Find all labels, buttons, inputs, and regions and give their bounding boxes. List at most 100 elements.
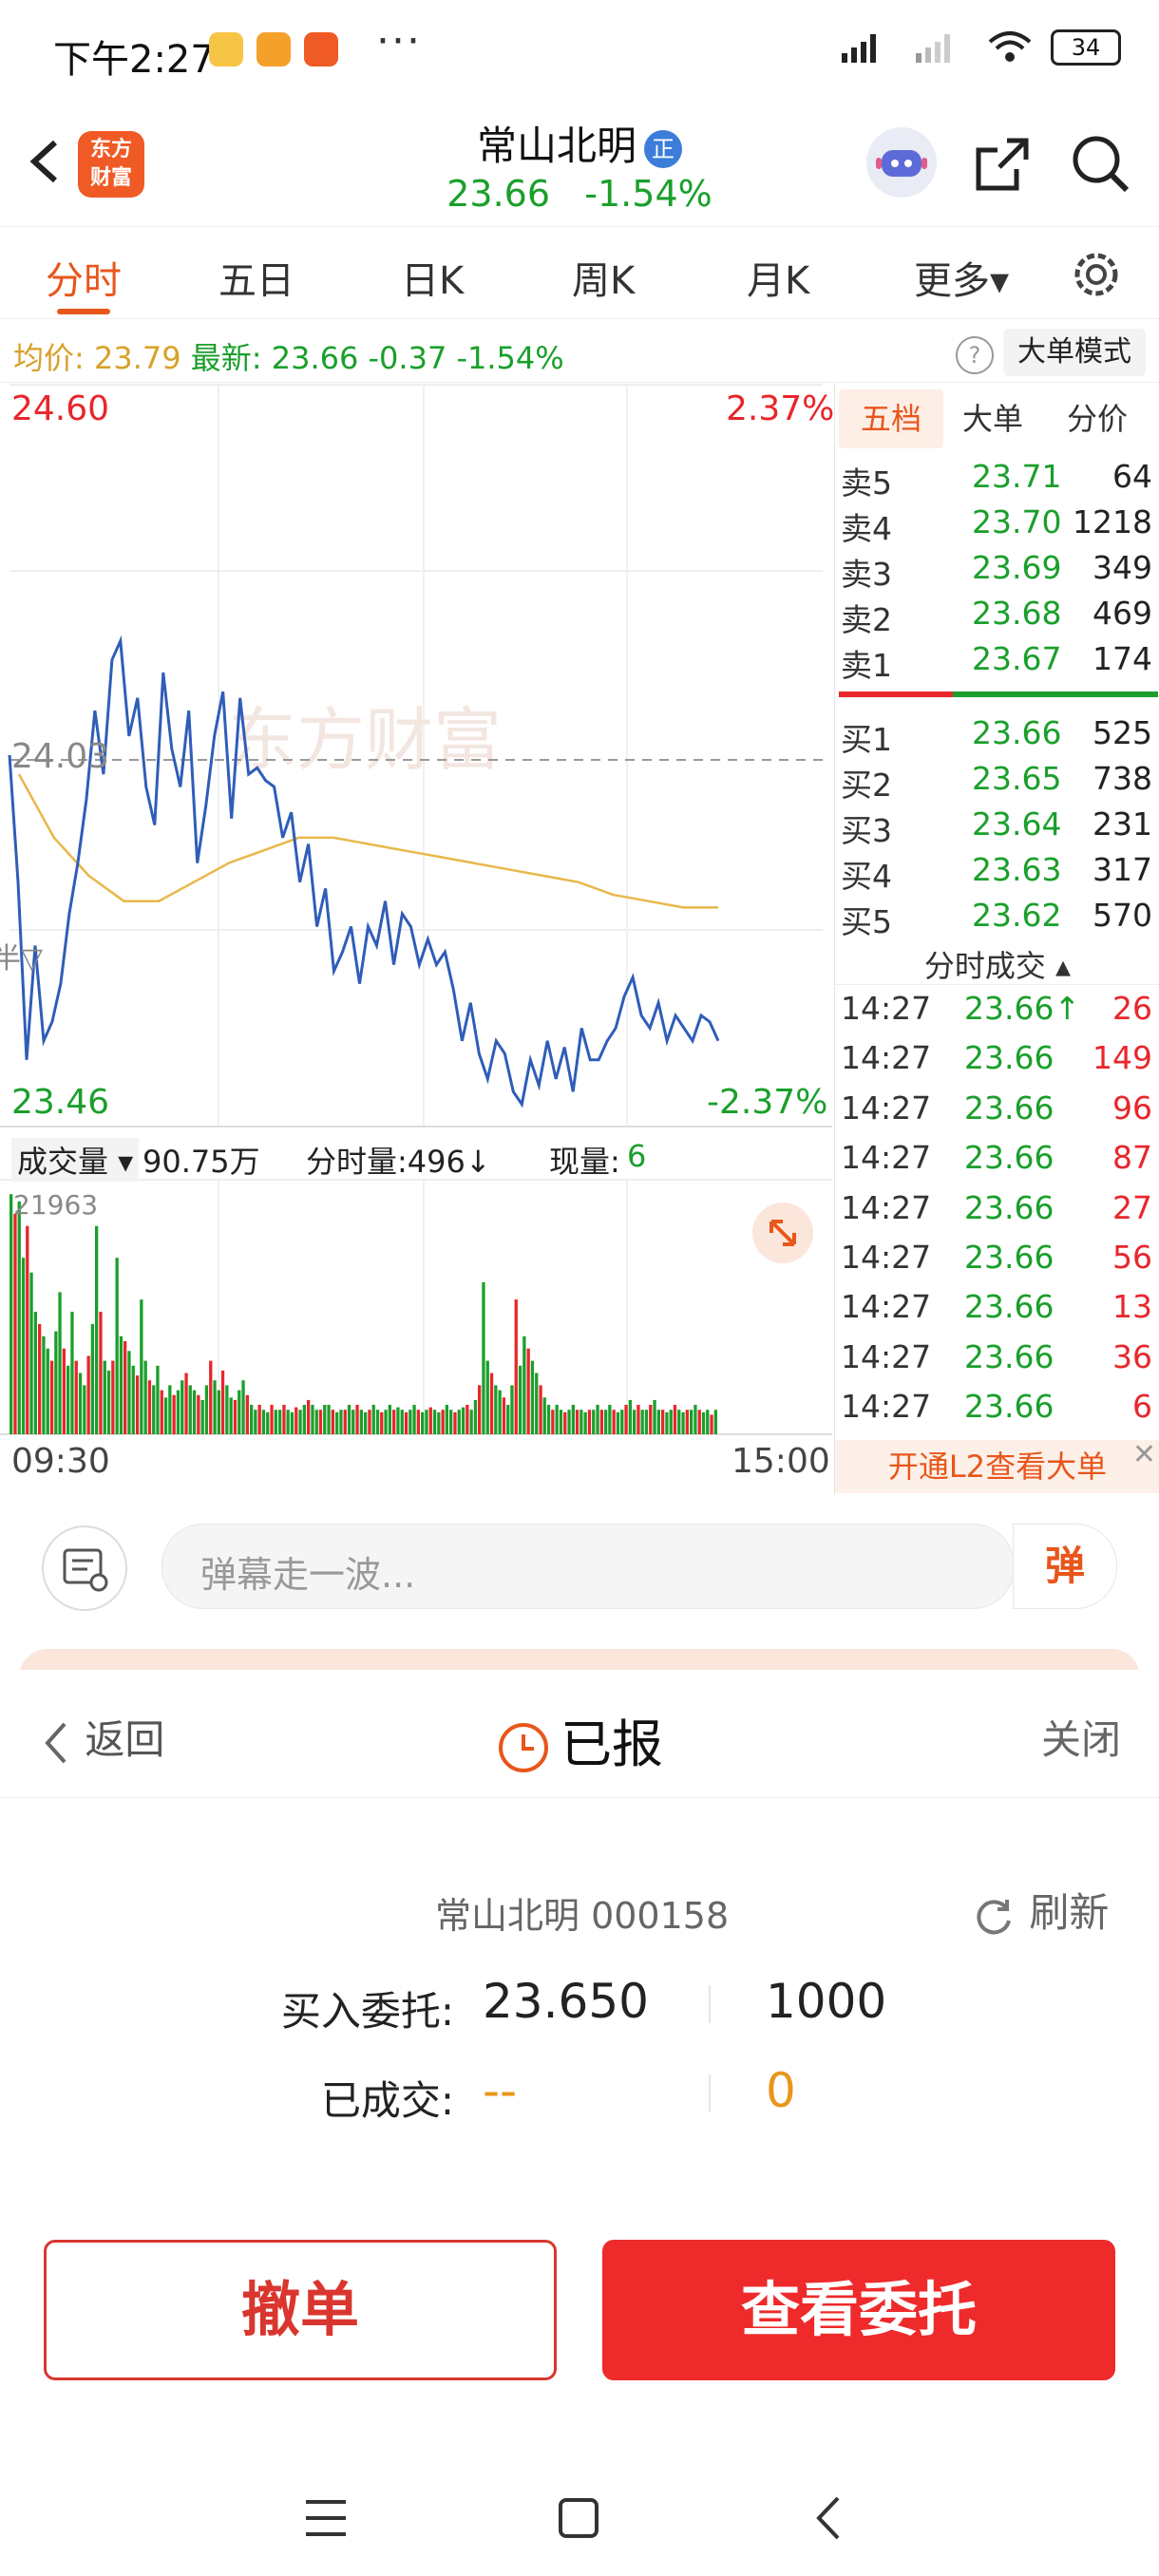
danmu-send-button[interactable]: 弹 bbox=[1013, 1524, 1117, 1609]
intraday-chart[interactable]: 东方财富 24.60 2.37% 24.03 半▽ 23.46 -2.37% 成… bbox=[0, 384, 834, 1495]
close-icon[interactable]: ✕ bbox=[1132, 1429, 1156, 1482]
trade-row-price: 23.66 bbox=[964, 1039, 1054, 1077]
volume-bar bbox=[710, 1414, 713, 1434]
expand-icon[interactable] bbox=[752, 1203, 813, 1263]
volume-bar bbox=[624, 1405, 628, 1434]
menu-icon[interactable] bbox=[302, 2496, 350, 2540]
tab-five-levels[interactable]: 五档 bbox=[839, 389, 943, 448]
volume-bar bbox=[526, 1348, 530, 1434]
sell-level-row-price: 23.67 bbox=[972, 640, 1062, 677]
trade-row: 14:27 23.66 13 bbox=[835, 1288, 1159, 1337]
back-icon[interactable] bbox=[809, 2492, 847, 2544]
volume-bar bbox=[302, 1405, 306, 1434]
volume-bar bbox=[327, 1405, 331, 1434]
volume-bar bbox=[636, 1405, 640, 1434]
sell-level-row-label: 卖4 bbox=[841, 510, 892, 547]
danmu-input[interactable]: 弹幕走一波... bbox=[162, 1524, 1015, 1609]
tab-daily-k[interactable]: 日K bbox=[401, 250, 464, 305]
volume-bar bbox=[380, 1411, 384, 1434]
volume-bar bbox=[58, 1292, 62, 1434]
volume-bar bbox=[160, 1390, 163, 1434]
help-icon[interactable]: ? bbox=[956, 336, 994, 374]
volume-bar bbox=[697, 1410, 701, 1434]
volume-bar bbox=[567, 1410, 571, 1434]
volume-bar bbox=[78, 1373, 83, 1434]
time-end-label: 15:00 bbox=[732, 1442, 830, 1481]
l2-upgrade-banner[interactable]: 开通L2查看大单 ✕ bbox=[835, 1438, 1159, 1493]
volume-bar bbox=[563, 1411, 567, 1434]
price-info-text: 均价: 23.79 最新: 23.66 -0.37 -1.54% bbox=[13, 334, 564, 378]
stock-price: 23.66 bbox=[446, 173, 551, 215]
volume-bar bbox=[535, 1373, 539, 1434]
gear-icon[interactable] bbox=[1068, 246, 1125, 303]
volume-dropdown[interactable]: 成交量 ▾ bbox=[11, 1138, 140, 1182]
active-tab-indicator bbox=[57, 309, 110, 314]
buy-level-row: 买1 23.66 525 bbox=[835, 714, 1159, 760]
cancel-order-button[interactable]: 撤单 bbox=[44, 2240, 557, 2380]
robot-assistant-icon[interactable] bbox=[866, 127, 937, 198]
buy-level-row-price: 23.63 bbox=[972, 851, 1062, 888]
volume-bar bbox=[661, 1410, 665, 1434]
trade-row-label: 14:27 bbox=[841, 1337, 932, 1375]
trade-row: 14:27 23.66 149 bbox=[835, 1039, 1159, 1089]
volume-bar bbox=[690, 1410, 694, 1434]
trade-row-label: 14:27 bbox=[841, 1288, 932, 1326]
volume-bar bbox=[546, 1405, 551, 1434]
buy-level-row-volume: 570 bbox=[1092, 897, 1152, 934]
left-edge-label: 半▽ bbox=[0, 942, 44, 975]
volume-bar bbox=[425, 1410, 428, 1434]
sell-level-row-volume: 64 bbox=[1112, 458, 1152, 495]
tab-monthly-k[interactable]: 月K bbox=[747, 250, 809, 305]
refresh-button[interactable]: 刷新 bbox=[969, 1881, 1109, 1940]
big-order-mode-button[interactable]: 大单模式 bbox=[1003, 329, 1146, 376]
trade-row: 14:27 23.66 6 bbox=[835, 1388, 1159, 1437]
tab-five-day[interactable]: 五日 bbox=[218, 250, 294, 305]
volume-bar bbox=[245, 1394, 249, 1434]
volume-bar bbox=[147, 1380, 152, 1434]
sheet-header: 返回 已报 关闭 bbox=[0, 1670, 1159, 1798]
volume-info-row: 成交量 ▾ 90.75万 分时量:496↓ 现量: 6 bbox=[0, 1130, 832, 1182]
volume-bar bbox=[473, 1399, 478, 1434]
tab-weekly-k[interactable]: 周K bbox=[572, 250, 635, 305]
change-value: -0.37 bbox=[368, 340, 447, 376]
volume-bar bbox=[131, 1365, 135, 1434]
volume-bar bbox=[713, 1410, 717, 1434]
home-icon[interactable] bbox=[555, 2494, 602, 2542]
sell-level-row-volume: 174 bbox=[1092, 640, 1152, 677]
volume-bar bbox=[46, 1348, 49, 1434]
volume-bar bbox=[347, 1405, 352, 1434]
volume-bar bbox=[485, 1360, 489, 1434]
volume-bar bbox=[612, 1410, 616, 1434]
volume-bar bbox=[66, 1365, 70, 1434]
tab-big-orders[interactable]: 大单 bbox=[962, 395, 1023, 439]
sell-level-row-price: 23.70 bbox=[972, 503, 1062, 540]
status-bar: 下午2:27 ··· 34 bbox=[0, 0, 1159, 104]
tab-minute[interactable]: 分时 bbox=[46, 250, 122, 305]
buy-level-row-price: 23.65 bbox=[972, 760, 1062, 797]
volume-bar bbox=[580, 1410, 583, 1434]
buy-level-row: 买5 23.62 570 bbox=[835, 897, 1159, 942]
share-icon[interactable] bbox=[969, 131, 1036, 198]
volume-bar bbox=[254, 1410, 257, 1434]
stock-name-text: 常山北明 bbox=[476, 123, 636, 169]
volume-bar bbox=[673, 1405, 677, 1434]
view-orders-button[interactable]: 查看委托 bbox=[602, 2240, 1115, 2380]
volume-bar bbox=[74, 1360, 78, 1434]
volume-bar bbox=[412, 1405, 416, 1434]
volume-max-label: 21963 bbox=[13, 1189, 99, 1221]
volume-bar bbox=[282, 1405, 286, 1434]
volume-bar bbox=[502, 1397, 506, 1434]
volume-bar bbox=[396, 1407, 400, 1434]
chart-canvas: 东方财富 bbox=[0, 384, 832, 1435]
tab-more[interactable]: 更多▾ bbox=[914, 250, 1009, 305]
volume-bar bbox=[86, 1355, 90, 1434]
buy-level-row-label: 买2 bbox=[841, 767, 892, 804]
volume-bar bbox=[457, 1410, 461, 1434]
volume-bar bbox=[506, 1405, 510, 1434]
sheet-close-button[interactable]: 关闭 bbox=[1041, 1708, 1121, 1766]
trades-title[interactable]: 分时成交 ▴ bbox=[835, 942, 1159, 986]
danmu-settings-icon[interactable] bbox=[42, 1525, 127, 1611]
tab-price-distribution[interactable]: 分价 bbox=[1067, 395, 1128, 439]
volume-bar bbox=[384, 1410, 388, 1434]
search-icon[interactable] bbox=[1068, 131, 1134, 198]
